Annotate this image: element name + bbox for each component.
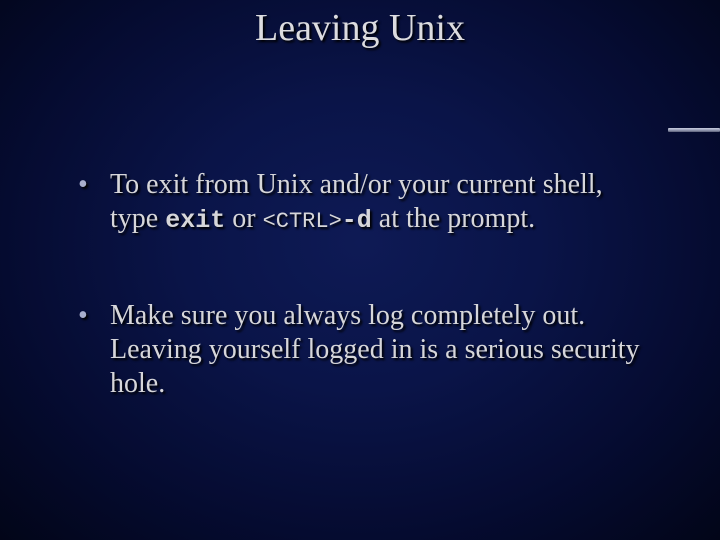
accent-divider	[668, 128, 720, 132]
bullet-text: Make sure you always log completely out.…	[110, 300, 640, 399]
code-d: -d	[342, 206, 372, 235]
slide-body: To exit from Unix and/or your current sh…	[0, 168, 720, 401]
bullet-list: To exit from Unix and/or your current sh…	[74, 168, 646, 401]
bullet-item: Make sure you always log completely out.…	[74, 299, 646, 401]
bullet-text-fragment: at the prompt.	[372, 203, 535, 234]
code-exit: exit	[165, 206, 225, 235]
bullet-text-fragment: or	[225, 203, 262, 234]
slide-title: Leaving Unix	[0, 0, 720, 50]
code-ctrl: <CTRL>	[263, 209, 342, 234]
bullet-item: To exit from Unix and/or your current sh…	[74, 168, 646, 237]
